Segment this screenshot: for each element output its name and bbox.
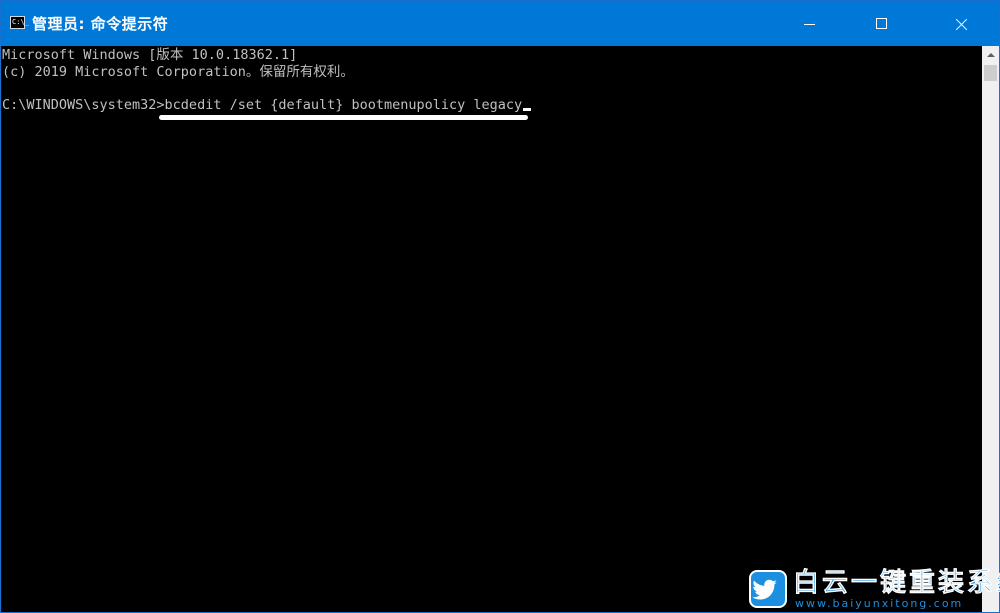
window-title: 管理员: 命令提示符 bbox=[32, 15, 169, 33]
console-output[interactable]: Microsoft Windows [版本 10.0.18362.1] (c) … bbox=[2, 46, 982, 612]
command-text: C:\WINDOWS\system32>bcdedit /set {defaul… bbox=[2, 97, 523, 113]
watermark-title: 白云一键重装系统 bbox=[793, 568, 1000, 599]
bird-logo-svg bbox=[752, 579, 777, 600]
scroll-up-arrow-icon[interactable] bbox=[982, 46, 999, 63]
cmd-icon-glyph: C:\_ bbox=[12, 18, 29, 26]
cmd-console-icon[interactable]: C:\_ bbox=[10, 16, 29, 29]
console-line-version: Microsoft Windows [版本 10.0.18362.1] bbox=[2, 47, 298, 63]
close-icon bbox=[956, 18, 968, 30]
title-bar[interactable]: C:\_ 管理员: 命令提示符 bbox=[1, 1, 999, 46]
watermark: 白云一键重装系统 www.baiyunxitong.com bbox=[749, 568, 1000, 611]
minimize-button[interactable] bbox=[786, 1, 832, 46]
close-button[interactable] bbox=[939, 1, 985, 46]
maximize-button[interactable] bbox=[858, 1, 904, 46]
cmd-window: C:\_ 管理员: 命令提示符 Microsoft Windows [版本 10… bbox=[0, 0, 1000, 613]
minimize-icon bbox=[803, 24, 815, 25]
text-cursor bbox=[523, 108, 532, 111]
maximize-icon bbox=[875, 18, 887, 29]
console-line-command[interactable]: C:\WINDOWS\system32>bcdedit /set {defaul… bbox=[2, 97, 532, 114]
watermark-url: www.baiyunxitong.com bbox=[795, 597, 964, 610]
scroll-thumb[interactable] bbox=[984, 65, 997, 81]
vertical-scrollbar[interactable] bbox=[982, 46, 999, 612]
bird-logo-icon bbox=[749, 570, 787, 608]
highlight-underline bbox=[159, 115, 528, 120]
console-line-copyright: (c) 2019 Microsoft Corporation。保留所有权利。 bbox=[2, 64, 354, 80]
